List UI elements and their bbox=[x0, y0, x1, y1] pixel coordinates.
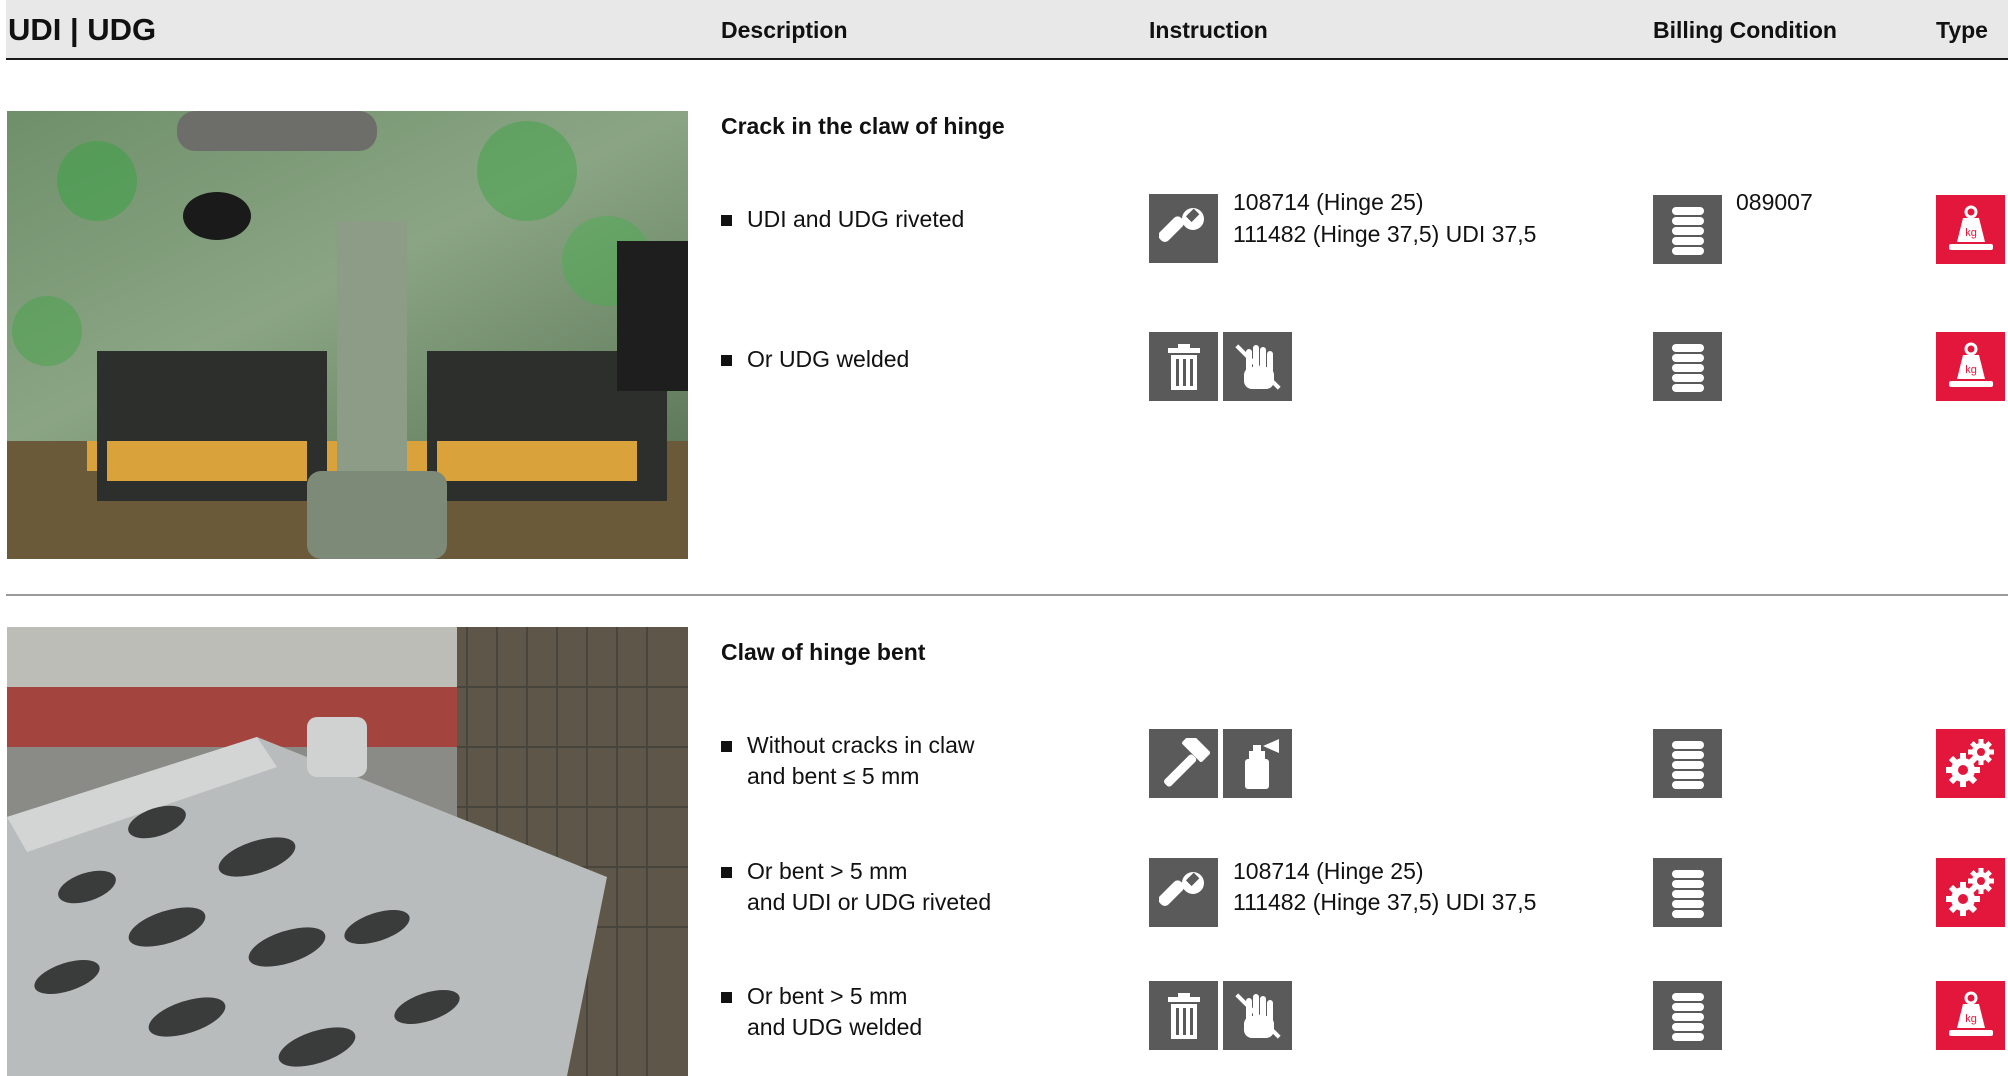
section-title-claw-bent: Claw of hinge bent bbox=[721, 639, 926, 665]
row-description: Without cracks in claw bbox=[747, 732, 975, 758]
column-header-description: Description bbox=[721, 17, 848, 43]
photo-bent-hinge-claw bbox=[7, 627, 688, 1076]
row-description: Or UDG welded bbox=[747, 346, 910, 372]
coin-stack-icon bbox=[1653, 195, 1722, 264]
gears-icon bbox=[1936, 858, 2005, 927]
instruction-part-number: 111482 (Hinge 37,5) UDI 37,5 bbox=[1233, 221, 1537, 247]
weight-kg-icon: kg bbox=[1936, 332, 2005, 401]
column-header-type: Type bbox=[1936, 17, 1988, 43]
column-header-billing-condition: Billing Condition bbox=[1653, 17, 1837, 43]
hammer-icon bbox=[1149, 729, 1218, 798]
spray-can-icon bbox=[1223, 729, 1292, 798]
bullet-square bbox=[721, 741, 732, 752]
row-description: UDI and UDG riveted bbox=[747, 206, 965, 232]
coin-stack-icon bbox=[1653, 729, 1722, 798]
row-description: and bent ≤ 5 mm bbox=[747, 763, 920, 789]
page-title: UDI | UDG bbox=[8, 12, 157, 47]
svg-text:kg: kg bbox=[1965, 364, 1977, 376]
row-description: and UDG welded bbox=[747, 1014, 923, 1040]
photo-cracked-hinge-claw bbox=[7, 111, 688, 559]
bullet-square bbox=[721, 215, 732, 226]
coin-stack-icon bbox=[1653, 858, 1722, 927]
instruction-part-number: 108714 (Hinge 25) bbox=[1233, 858, 1424, 884]
section-divider bbox=[6, 594, 2008, 596]
gears-icon bbox=[1936, 729, 2005, 798]
trash-icon bbox=[1149, 332, 1218, 401]
column-header-instruction: Instruction bbox=[1149, 17, 1268, 43]
weight-kg-icon: kg bbox=[1936, 195, 2005, 264]
weight-kg-icon: kg bbox=[1936, 981, 2005, 1050]
no-hand-icon bbox=[1223, 332, 1292, 401]
svg-text:kg: kg bbox=[1965, 1013, 1977, 1025]
instruction-part-number: 111482 (Hinge 37,5) UDI 37,5 bbox=[1233, 889, 1537, 915]
row-description: Or bent > 5 mm bbox=[747, 858, 908, 884]
row-description: Or bent > 5 mm bbox=[747, 983, 908, 1009]
coin-stack-icon bbox=[1653, 332, 1722, 401]
wrench-icon bbox=[1149, 858, 1218, 927]
instruction-part-number: 108714 (Hinge 25) bbox=[1233, 189, 1424, 215]
billing-condition-code: 089007 bbox=[1736, 189, 1813, 215]
table-header: UDI | UDG Description Instruction Billin… bbox=[6, 0, 2008, 60]
bullet-square bbox=[721, 992, 732, 1003]
svg-text:kg: kg bbox=[1965, 227, 1977, 239]
trash-icon bbox=[1149, 981, 1218, 1050]
no-hand-icon bbox=[1223, 981, 1292, 1050]
wrench-icon bbox=[1149, 194, 1218, 263]
row-description: and UDI or UDG riveted bbox=[747, 889, 992, 915]
section-title-crack-in-claw: Crack in the claw of hinge bbox=[721, 113, 1005, 139]
coin-stack-icon bbox=[1653, 981, 1722, 1050]
bullet-square bbox=[721, 355, 732, 366]
bullet-square bbox=[721, 867, 732, 878]
